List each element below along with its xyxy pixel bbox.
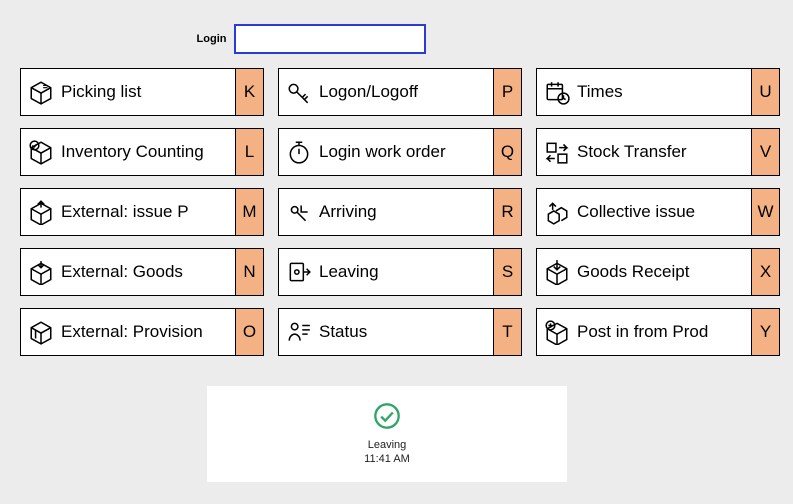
tile-shortcut: Q xyxy=(493,129,521,175)
tile-label: External: Provision xyxy=(61,322,235,342)
box-in-icon xyxy=(537,249,577,295)
tile-label: Logon/Logoff xyxy=(319,82,493,102)
login-row: Login xyxy=(0,0,793,66)
stopwatch-icon xyxy=(279,129,319,175)
login-label: Login xyxy=(197,33,227,45)
menu-tile[interactable]: Inventory CountingL xyxy=(20,128,264,176)
menu-tile[interactable]: Logon/LogoffP xyxy=(278,68,522,116)
tile-shortcut: X xyxy=(751,249,779,295)
menu-tile[interactable]: Goods ReceiptX xyxy=(536,248,780,296)
menu-tile[interactable]: External: Goods N xyxy=(20,248,264,296)
tile-shortcut: U xyxy=(751,69,779,115)
tile-shortcut: P xyxy=(493,69,521,115)
calendar-clock-icon xyxy=(537,69,577,115)
tile-shortcut: M xyxy=(235,189,263,235)
tile-label: Arriving xyxy=(319,202,493,222)
menu-tile[interactable]: ArrivingR xyxy=(278,188,522,236)
box-check-icon xyxy=(21,129,61,175)
status-card: Leaving 11:41 AM xyxy=(207,386,567,482)
menu-tile[interactable]: Login work orderQ xyxy=(278,128,522,176)
tile-label: Stock Transfer xyxy=(577,142,751,162)
tile-shortcut: K xyxy=(235,69,263,115)
tile-label: Picking list xyxy=(61,82,235,102)
tile-shortcut: N xyxy=(235,249,263,295)
transfer-icon xyxy=(537,129,577,175)
person-list-icon xyxy=(279,309,319,355)
tile-label: Inventory Counting xyxy=(61,142,235,162)
key-in-icon xyxy=(279,189,319,235)
menu-tile[interactable]: External: ProvisionO xyxy=(20,308,264,356)
menu-tile[interactable]: TimesU xyxy=(536,68,780,116)
tile-shortcut: O xyxy=(235,309,263,355)
boxes-up-icon xyxy=(537,189,577,235)
status-label: Leaving xyxy=(364,439,410,452)
tile-shortcut: T xyxy=(493,309,521,355)
status-time: 11:41 AM xyxy=(364,453,410,466)
tile-shortcut: S xyxy=(493,249,521,295)
tile-label: Goods Receipt xyxy=(577,262,751,282)
key-out-icon xyxy=(279,249,319,295)
tile-label: Collective issue xyxy=(577,202,751,222)
tile-label: External: Goods xyxy=(61,262,235,282)
menu-tile[interactable]: Picking listK xyxy=(20,68,264,116)
menu-tile[interactable]: Stock TransferV xyxy=(536,128,780,176)
menu-grid: Picking listK Logon/LogoffP TimesU Inventor… xyxy=(0,68,793,356)
key-icon xyxy=(279,69,319,115)
box-up-icon xyxy=(21,189,61,235)
tile-label: External: issue P xyxy=(61,202,235,222)
menu-tile[interactable]: Post in from ProdY xyxy=(536,308,780,356)
menu-tile[interactable]: LeavingS xyxy=(278,248,522,296)
login-input[interactable] xyxy=(234,24,426,54)
box-plus-icon xyxy=(537,309,577,355)
box-list-icon xyxy=(21,69,61,115)
tile-label: Status xyxy=(319,322,493,342)
tile-shortcut: W xyxy=(751,189,779,235)
box-down-icon xyxy=(21,249,61,295)
status-text: Leaving 11:41 AM xyxy=(364,439,410,465)
tile-label: Times xyxy=(577,82,751,102)
menu-tile[interactable]: StatusT xyxy=(278,308,522,356)
tile-label: Login work order xyxy=(319,142,493,162)
menu-tile[interactable]: Collective issue W xyxy=(536,188,780,236)
tile-shortcut: R xyxy=(493,189,521,235)
tile-shortcut: V xyxy=(751,129,779,175)
check-circle-icon xyxy=(373,402,401,435)
menu-tile[interactable]: External: issue PM xyxy=(20,188,264,236)
tile-label: Post in from Prod xyxy=(577,322,751,342)
box-side-icon xyxy=(21,309,61,355)
tile-shortcut: Y xyxy=(751,309,779,355)
tile-label: Leaving xyxy=(319,262,493,282)
tile-shortcut: L xyxy=(235,129,263,175)
